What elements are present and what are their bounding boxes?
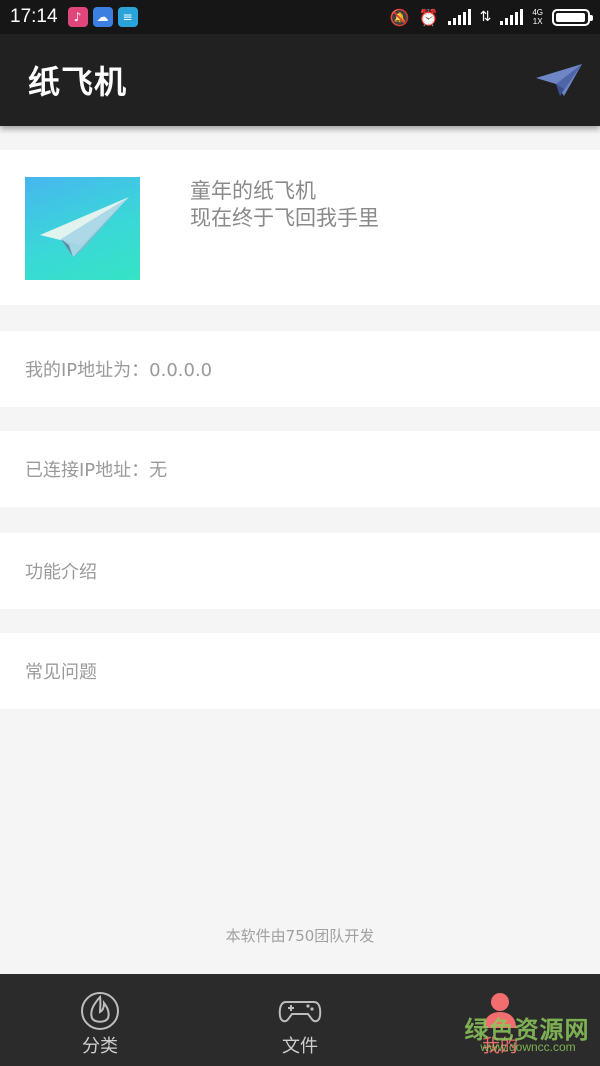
signal-icon-2 — [500, 9, 524, 25]
status-time: 17:14 — [10, 6, 58, 27]
flame-icon — [81, 992, 119, 1030]
faq-row[interactable]: 常见问题 — [0, 633, 600, 709]
data-transfer-icon: ⇅ — [479, 9, 492, 25]
cloud-icon: ☁ — [92, 7, 113, 27]
features-label: 功能介绍 — [25, 562, 97, 583]
paper-plane-logo-icon — [40, 197, 129, 257]
connected-ip-row: 已连接IP地址：无 — [0, 431, 600, 507]
paper-plane-icon[interactable] — [534, 62, 584, 100]
tagline-line2: 现在终于飞回我手里 — [190, 206, 379, 230]
signal-icon — [447, 9, 471, 25]
file-icon: ≡ — [117, 7, 138, 27]
my-ip-row: 我的IP地址为：0.0.0.0 — [0, 331, 600, 407]
status-bar: 17:14 ♪ ☁ ≡ 🔕 ⏰ ⇅ 4G 1X — [0, 0, 600, 34]
developer-note: 本软件由750团队开发 — [225, 927, 375, 945]
tab-files[interactable]: 文件 — [200, 974, 400, 1066]
watermark-url: www.downcc.com — [480, 1040, 576, 1054]
network-4g: 4G — [532, 8, 543, 17]
mute-icon: 🔕 — [389, 7, 410, 27]
app-bar: 纸飞机 — [0, 34, 600, 126]
features-row[interactable]: 功能介绍 — [0, 533, 600, 609]
gamepad-icon — [278, 1001, 322, 1023]
battery-fill — [556, 12, 585, 22]
battery-icon — [552, 8, 593, 26]
alarm-icon: ⏰ — [418, 7, 439, 27]
tab-files-label: 文件 — [282, 1036, 318, 1057]
network-type: 4G 1X — [532, 8, 543, 26]
network-1x: 1X — [532, 17, 543, 26]
app-title: 纸飞机 — [28, 63, 128, 101]
profile-card: 童年的纸飞机 现在终于飞回我手里 — [0, 150, 600, 305]
tab-category-label: 分类 — [82, 1036, 118, 1057]
tab-category[interactable]: 分类 — [0, 974, 200, 1066]
tagline-line1: 童年的纸飞机 — [190, 179, 316, 203]
tagline: 童年的纸飞机 现在终于飞回我手里 — [190, 178, 379, 232]
app-logo — [25, 177, 140, 280]
connected-ip-label: 已连接IP地址：无 — [25, 460, 168, 481]
music-icon: ♪ — [67, 7, 88, 27]
faq-label: 常见问题 — [25, 662, 97, 683]
my-ip-label: 我的IP地址为：0.0.0.0 — [25, 360, 213, 381]
